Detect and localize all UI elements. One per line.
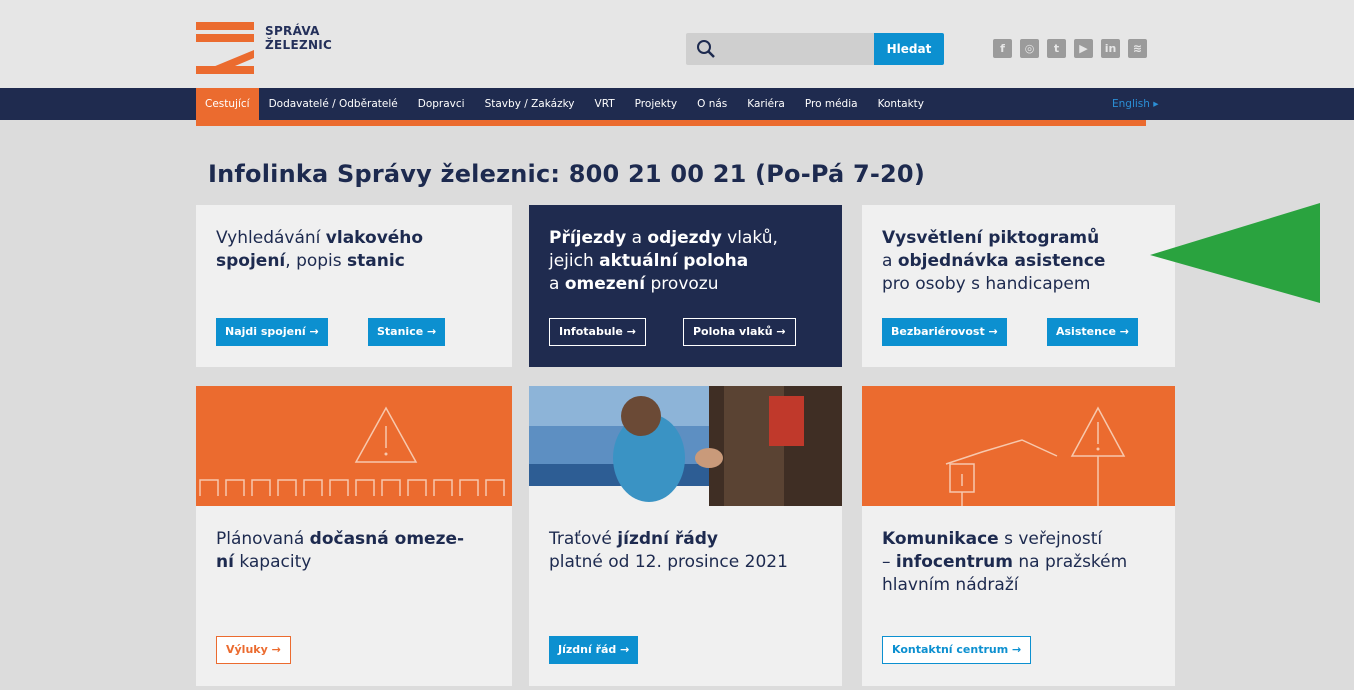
card-timetables: Traťové jízdní řády platné od 12. prosin… bbox=[529, 386, 842, 686]
card-text: Komunikace s veřejností – infocentrum na… bbox=[882, 529, 1128, 595]
instagram-icon[interactable]: ◎ bbox=[1020, 39, 1039, 58]
nav-accent-bar bbox=[196, 120, 1146, 126]
infotabule-button[interactable]: Infotabule → bbox=[549, 318, 646, 346]
warning-illustration bbox=[196, 386, 512, 506]
site-header: SPRÁVA ŽELEZNIC Hledat f ◎ t ▶ in ≋ bbox=[0, 0, 1354, 88]
nav-item-projekty[interactable]: Projekty bbox=[625, 88, 687, 120]
nav-item-o-nas[interactable]: O nás bbox=[687, 88, 737, 120]
timetable-button[interactable]: Jízdní řád → bbox=[549, 636, 639, 664]
youtube-icon[interactable]: ▶ bbox=[1074, 39, 1093, 58]
photo-illustration bbox=[529, 386, 842, 506]
find-connection-button[interactable]: Najdi spojení → bbox=[216, 318, 328, 346]
nav-item-dodavatele[interactable]: Dodavatelé / Odběratelé bbox=[259, 88, 408, 120]
closures-button[interactable]: Výluky → bbox=[216, 636, 291, 664]
search-button[interactable]: Hledat bbox=[874, 33, 944, 65]
sprava-zeleznic-logo[interactable] bbox=[196, 22, 254, 74]
facebook-icon[interactable]: f bbox=[993, 39, 1012, 58]
card-text: Traťové jízdní řády platné od 12. prosin… bbox=[549, 529, 788, 572]
logo-line-2: ŽELEZNIC bbox=[265, 38, 333, 52]
infocentre-illustration bbox=[862, 386, 1175, 506]
train-position-button[interactable]: Poloha vlaků → bbox=[683, 318, 796, 346]
nav-item-kontakty[interactable]: Kontakty bbox=[868, 88, 934, 120]
linkedin-icon[interactable]: in bbox=[1101, 39, 1120, 58]
social-links: f ◎ t ▶ in ≋ bbox=[993, 39, 1147, 58]
barrier-free-button[interactable]: Bezbariérovost → bbox=[882, 318, 1007, 346]
search-icon bbox=[697, 40, 715, 58]
assistance-button[interactable]: Asistence → bbox=[1047, 318, 1138, 346]
card-text: Příjezdy a odjezdy vlaků, jejich aktuáln… bbox=[549, 228, 778, 294]
card-closures: Plánovaná dočasná omeze- ní kapacity Výl… bbox=[196, 386, 512, 686]
nav-item-stavby[interactable]: Stavby / Zakázky bbox=[475, 88, 585, 120]
nav-item-cestujici[interactable]: Cestující bbox=[196, 88, 259, 120]
timetable-photo bbox=[529, 386, 842, 506]
nav-item-kariera[interactable]: Kariéra bbox=[737, 88, 795, 120]
card-pictograms: Vysvětlení piktogramů a objednávka asist… bbox=[862, 205, 1175, 367]
search-input[interactable] bbox=[686, 33, 874, 65]
spotify-icon[interactable]: ≋ bbox=[1128, 39, 1147, 58]
card-text: Vysvětlení piktogramů a objednávka asist… bbox=[882, 228, 1106, 294]
stations-button[interactable]: Stanice → bbox=[368, 318, 446, 346]
card-text: Vyhledávání vlakového spojení, popis sta… bbox=[216, 228, 424, 271]
green-arrow-pointer bbox=[1150, 203, 1320, 303]
card-train-connection: Vyhledávání vlakového spojení, popis sta… bbox=[196, 205, 512, 367]
main-navigation: Cestující Dodavatelé / Odběratelé Doprav… bbox=[0, 88, 1354, 120]
nav-item-vrt[interactable]: VRT bbox=[585, 88, 625, 120]
logo-line-1: SPRÁVA bbox=[265, 24, 320, 38]
contact-centre-button[interactable]: Kontaktní centrum → bbox=[882, 636, 1032, 664]
nav-item-dopravci[interactable]: Dopravci bbox=[408, 88, 475, 120]
twitter-icon[interactable]: t bbox=[1047, 39, 1066, 58]
nav-item-pro-media[interactable]: Pro média bbox=[795, 88, 868, 120]
card-text: Plánovaná dočasná omeze- ní kapacity bbox=[216, 529, 465, 572]
logo-text[interactable]: SPRÁVA ŽELEZNIC bbox=[265, 24, 332, 52]
infoline-heading: Infolinka Správy železnic: 800 21 00 21 … bbox=[208, 160, 925, 188]
card-communication: Komunikace s veřejností – infocentrum na… bbox=[862, 386, 1175, 686]
card-arrivals-departures: Příjezdy a odjezdy vlaků, jejich aktuáln… bbox=[529, 205, 842, 367]
english-language-link[interactable]: English ▸ bbox=[1112, 88, 1159, 120]
warning-triangle-icon bbox=[199, 406, 505, 496]
